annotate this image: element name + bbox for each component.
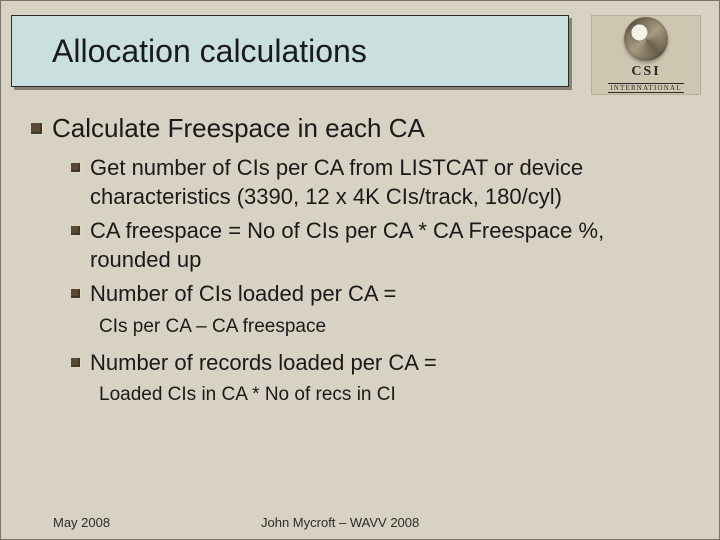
logo: CSI INTERNATIONAL	[591, 15, 701, 95]
bullet-lvl2: Number of records loaded per CA =	[71, 349, 689, 378]
slide-title: Allocation calculations	[52, 33, 367, 70]
bullet-text: Calculate Freespace in each CA	[52, 113, 425, 144]
bullet-icon	[71, 163, 80, 172]
title-bar: Allocation calculations	[11, 15, 569, 87]
bullet-icon	[71, 289, 80, 298]
bullet-lvl3: CIs per CA – CA freespace	[99, 315, 689, 339]
bullet-lvl1: Calculate Freespace in each CA	[31, 113, 689, 144]
logo-swirl-icon	[624, 17, 668, 61]
bullet-icon	[71, 358, 80, 367]
bullet-icon	[71, 226, 80, 235]
bullet-text: Number of CIs loaded per CA =	[90, 280, 396, 309]
footer-date: May 2008	[53, 515, 110, 530]
bullet-text: Loaded CIs in CA * No of recs in CI	[99, 384, 396, 405]
bullet-text: CIs per CA – CA freespace	[99, 316, 326, 337]
footer-author: John Mycroft – WAVV 2008	[261, 515, 419, 530]
logo-main-text: CSI	[631, 65, 660, 79]
bullet-text: Number of records loaded per CA =	[90, 349, 437, 378]
bullet-text: Get number of CIs per CA from LISTCAT or…	[90, 154, 689, 211]
bullet-lvl2: Get number of CIs per CA from LISTCAT or…	[71, 154, 689, 211]
bullet-lvl2: Number of CIs loaded per CA =	[71, 280, 689, 309]
logo-sub-text: INTERNATIONAL	[608, 83, 684, 93]
content-area: Calculate Freespace in each CA Get numbe…	[31, 113, 689, 417]
bullet-icon	[31, 123, 42, 134]
bullet-lvl2: CA freespace = No of CIs per CA * CA Fre…	[71, 217, 689, 274]
bullet-lvl3: Loaded CIs in CA * No of recs in CI	[99, 383, 689, 407]
slide: Allocation calculations CSI INTERNATIONA…	[0, 0, 720, 540]
bullet-text: CA freespace = No of CIs per CA * CA Fre…	[90, 217, 689, 274]
